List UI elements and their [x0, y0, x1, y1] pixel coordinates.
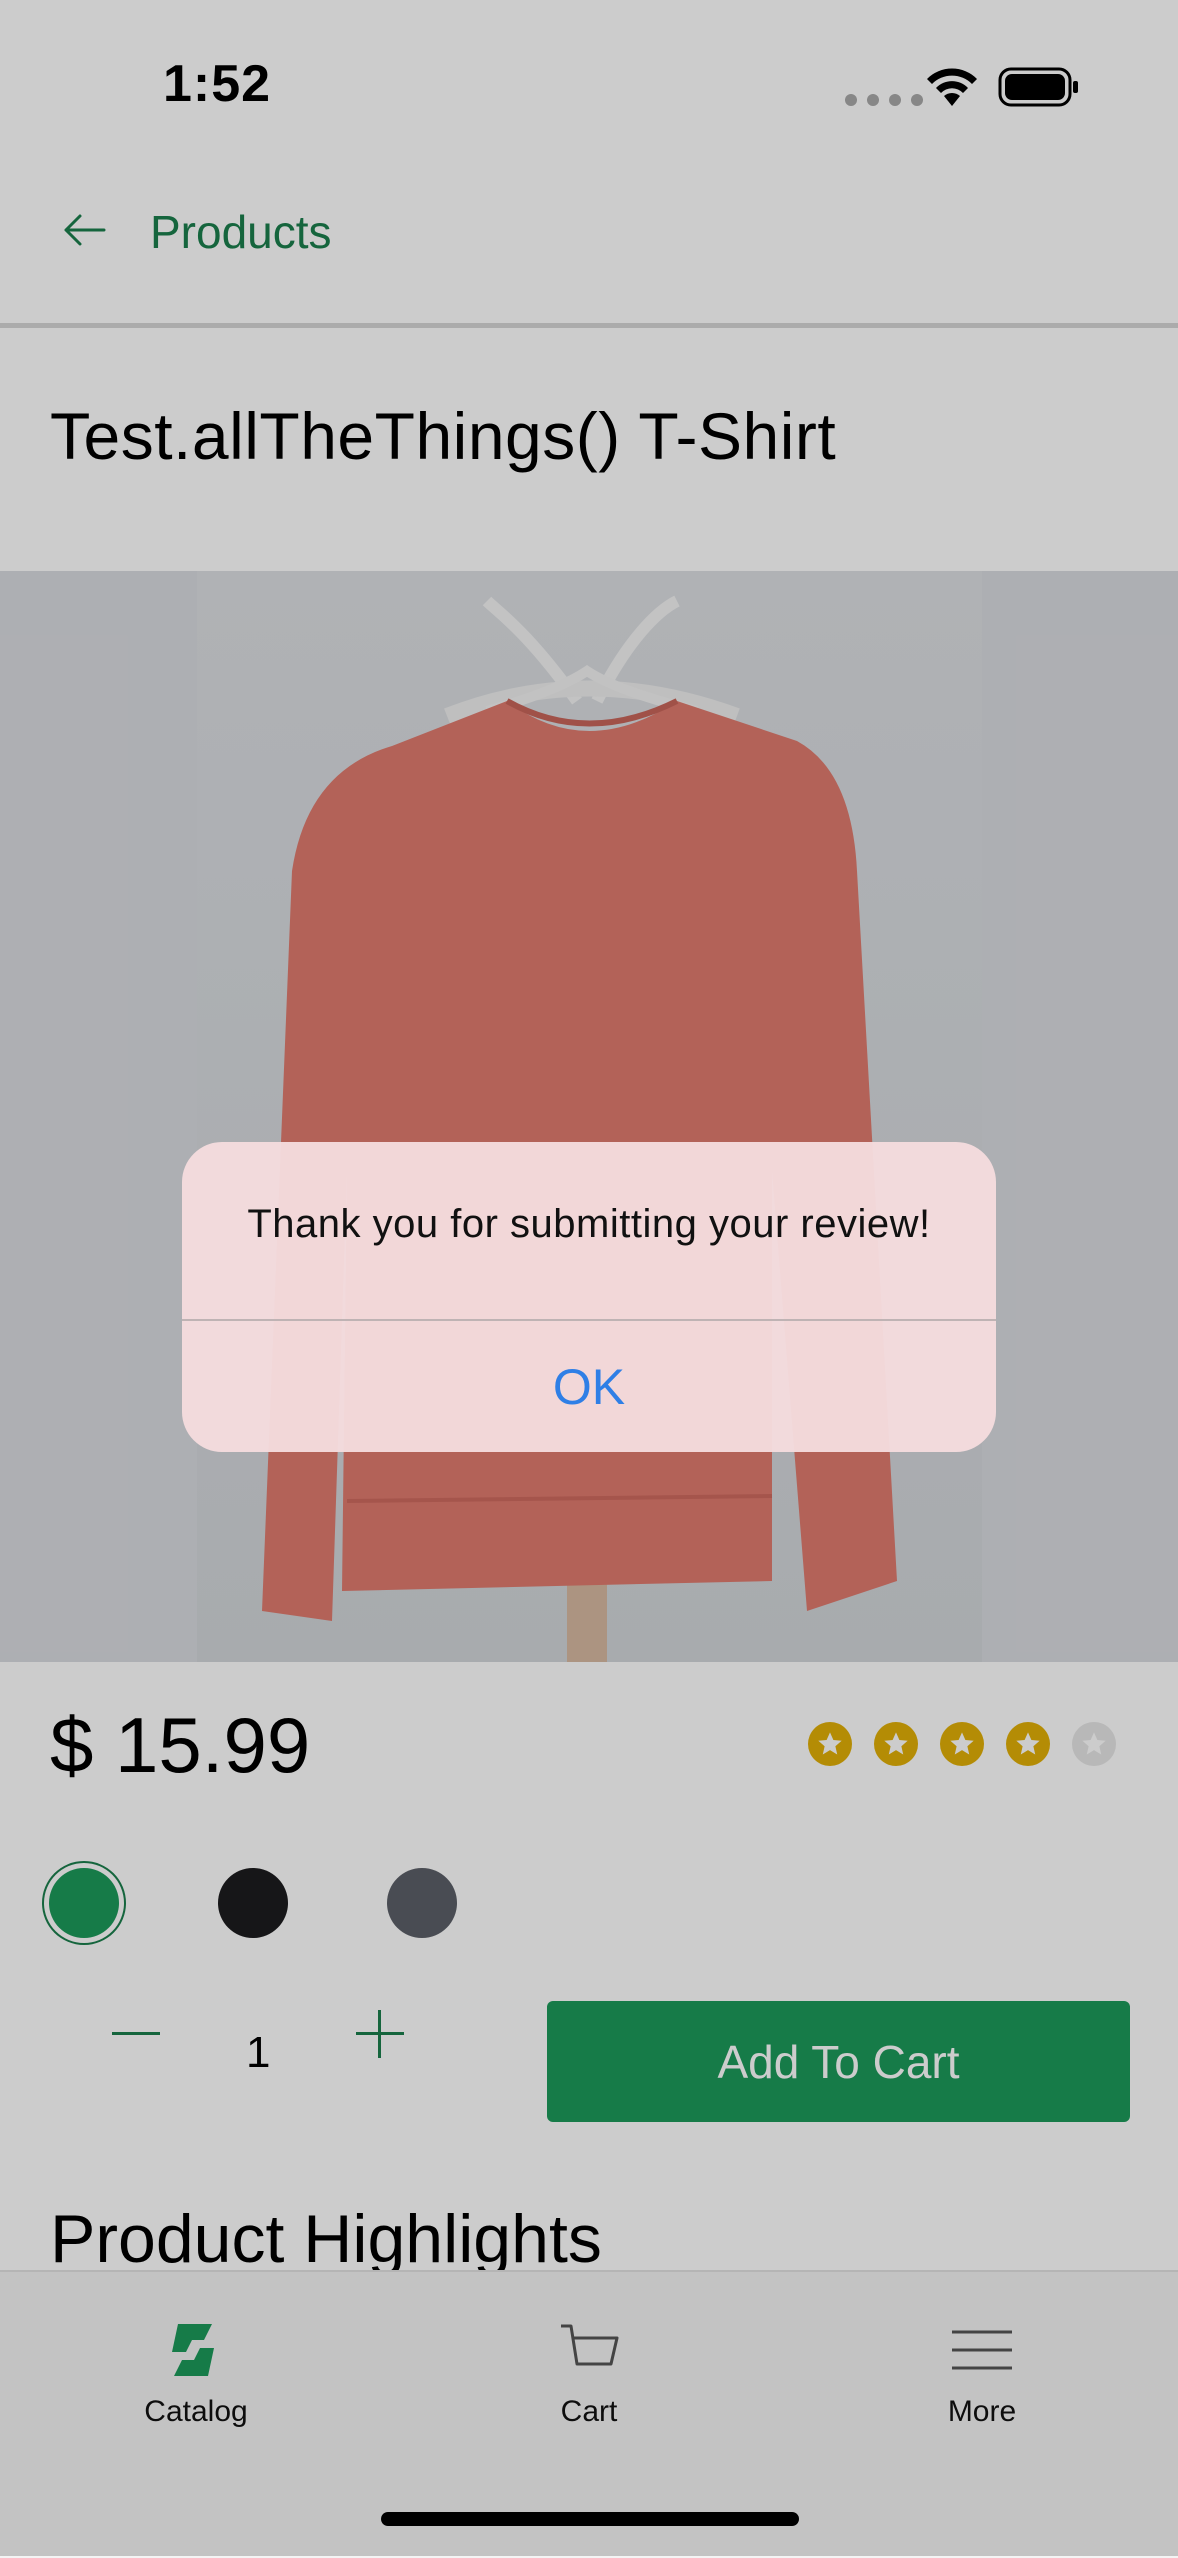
alert-message: Thank you for submitting your review!	[247, 1202, 931, 1246]
review-alert-dialog: Thank you for submitting your review! OK	[182, 1142, 996, 1452]
alert-ok-button[interactable]: OK	[182, 1321, 996, 1452]
